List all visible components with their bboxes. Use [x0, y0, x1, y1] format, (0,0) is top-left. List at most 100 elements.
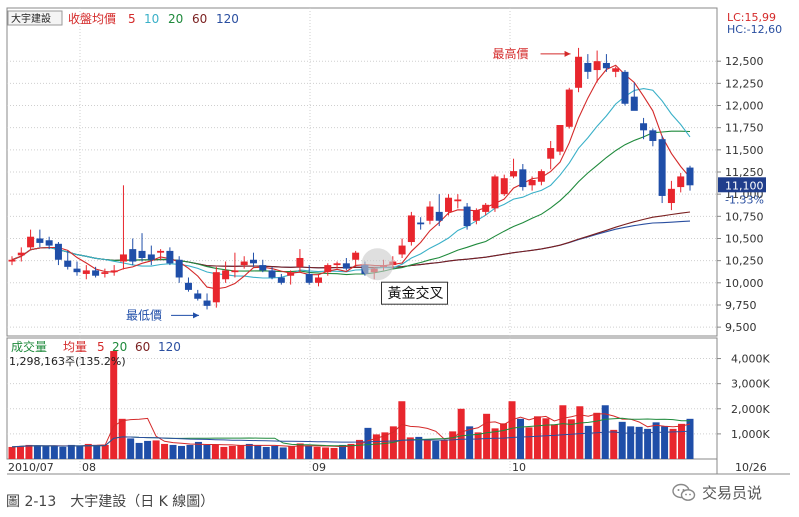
candle-body	[630, 96, 638, 111]
volume-bar	[432, 440, 440, 459]
date-label: 10/26	[735, 461, 767, 474]
volume-title: 成交量	[11, 339, 47, 354]
candle-body	[157, 250, 165, 253]
candle-body	[138, 250, 146, 258]
ma-legend-20: 20	[168, 12, 183, 26]
price-tick-label: 12,000	[725, 100, 764, 113]
candle-body	[575, 56, 583, 88]
volume-bar	[118, 418, 126, 459]
candle-body	[277, 277, 285, 283]
volume-bar	[322, 447, 330, 459]
candle-body	[249, 259, 257, 264]
golden-cross-marker	[361, 248, 394, 281]
volume-bar	[16, 445, 24, 459]
candle-body	[500, 178, 508, 195]
candle-body	[417, 222, 425, 225]
candle-body	[82, 270, 90, 274]
price-tick-label: 11,500	[725, 144, 764, 157]
brand-watermark: 交易员说	[672, 482, 762, 503]
volume-ma-legend-120: 120	[158, 340, 181, 354]
candle-body	[537, 171, 545, 182]
candle-body	[584, 62, 592, 72]
volume-bar	[152, 440, 160, 459]
volume-bar	[440, 439, 448, 459]
candle-body	[667, 188, 675, 204]
candle-body	[556, 125, 564, 152]
volume-bar	[449, 431, 457, 459]
volume-bar	[627, 426, 635, 459]
ma-legend-10: 10	[144, 12, 159, 26]
candle-body	[686, 167, 694, 186]
volume-bar	[169, 444, 177, 459]
date-label: 08	[82, 461, 96, 474]
stock-name: 大宇建設	[11, 12, 51, 25]
volume-bar	[644, 428, 652, 459]
candle-body	[463, 206, 471, 227]
volume-bar	[330, 447, 338, 459]
volume-bar	[491, 428, 499, 459]
volume-bar	[559, 405, 567, 459]
volume-bar	[245, 443, 253, 459]
date-label: 2010/07	[8, 461, 54, 474]
volume-bar	[101, 444, 109, 459]
price-tick-label: 10,000	[725, 277, 764, 290]
volume-bar	[33, 445, 41, 459]
wechat-icon	[672, 483, 696, 501]
candle-body	[194, 293, 202, 299]
volume-bar	[610, 429, 618, 459]
volume-ma-legend-5: 5	[97, 340, 105, 354]
candle-body	[491, 176, 499, 209]
candle-body	[407, 215, 415, 243]
volume-tick-label: 4,000K	[731, 353, 770, 366]
candle-body	[547, 148, 555, 159]
stock-chart: 12,50012,25012,00011,75011,50011,25011,0…	[6, 7, 790, 475]
candle-body	[314, 277, 322, 283]
candle-body	[677, 176, 685, 188]
candle-body	[129, 249, 137, 262]
price-tick-label: 9,500	[725, 321, 757, 334]
volume-bar	[406, 437, 414, 459]
candle-body	[231, 270, 239, 273]
candle-body	[454, 199, 462, 202]
volume-bar	[42, 446, 50, 459]
volume-bar	[67, 444, 75, 459]
date-label: 09	[312, 461, 326, 474]
volume-bar	[584, 425, 592, 459]
volume-bar	[423, 439, 431, 459]
candle-body	[482, 204, 490, 212]
last-change: -1.33%	[725, 193, 764, 206]
candle-body	[184, 282, 192, 290]
volume-bar	[186, 444, 194, 459]
volume-bar	[211, 444, 219, 459]
candle-body	[212, 272, 220, 303]
volume-bar	[93, 444, 101, 459]
volume-bar	[161, 443, 169, 459]
candle-body	[45, 240, 53, 246]
volume-bar	[355, 439, 363, 459]
volume-bar	[550, 424, 558, 459]
candle-body	[92, 270, 100, 276]
ma-legend-120: 120	[216, 12, 239, 26]
candle-body	[612, 68, 620, 72]
figure-caption: 圖 2-13 大宇建設（日 K 線圖）	[6, 494, 215, 510]
candle-body	[593, 61, 601, 71]
volume-ma-legend-20: 20	[112, 340, 127, 354]
volume-bar	[542, 418, 550, 459]
candle-body	[305, 273, 313, 283]
candle-body	[17, 252, 25, 256]
volume-bar	[635, 426, 643, 459]
brand-name: 交易员说	[702, 484, 763, 502]
price-tick-label: 12,500	[725, 55, 764, 68]
volume-bar	[525, 427, 533, 459]
ma-legend-60: 60	[192, 12, 207, 26]
volume-bar	[76, 445, 84, 459]
candle-body	[110, 270, 118, 273]
candle-body	[445, 197, 453, 212]
price-tick-label: 11,250	[725, 166, 764, 179]
candle-body	[54, 243, 62, 260]
volume-tick-label: 2,000K	[731, 403, 770, 416]
volume-bar	[533, 416, 541, 459]
volume-bar	[25, 444, 33, 459]
candle-body	[268, 270, 276, 278]
candle-body	[510, 171, 518, 177]
